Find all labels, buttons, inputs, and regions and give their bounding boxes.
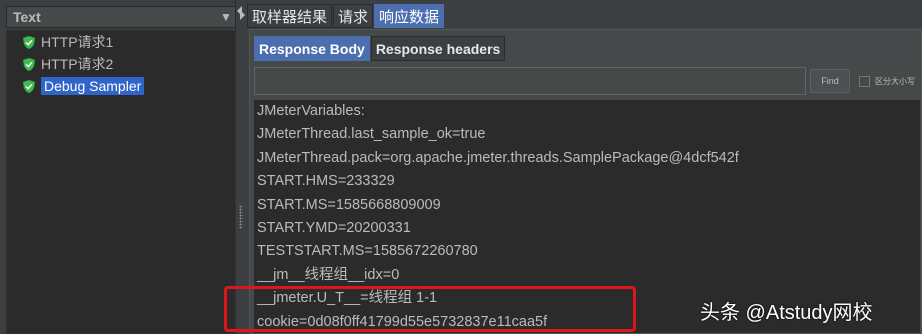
expand-right-icon[interactable]: [240, 10, 245, 20]
result-detail-panel: 取样器结果 请求 响应数据 Response Body Response hea…: [247, 0, 922, 334]
tab-response-headers[interactable]: Response headers: [370, 36, 506, 61]
response-line: JMeterThread.pack=org.apache.jmeter.thre…: [257, 149, 739, 166]
response-line: JMeterVariables:: [257, 103, 365, 119]
response-line: __jm__线程组__idx=0: [257, 266, 400, 283]
tree-item-http-request-1[interactable]: HTTP请求1: [7, 31, 235, 53]
tab-response-data[interactable]: 响应数据: [374, 4, 445, 28]
tree-item-label: Debug Sampler: [41, 77, 145, 95]
tab-request[interactable]: 请求: [333, 4, 374, 28]
tab-sampler-result[interactable]: 取样器结果: [247, 4, 333, 28]
renderer-select-label: Text: [13, 9, 41, 25]
case-sensitive-label: 区分大小写: [875, 76, 915, 86]
shield-check-icon: [23, 35, 35, 49]
tree-item-label: HTTP请求1: [41, 34, 114, 50]
response-line: START.YMD=20200331: [257, 219, 411, 236]
response-line: START.MS=1585668809009: [257, 196, 441, 213]
find-bar: Find 区分大小写: [254, 67, 921, 95]
tree-item-label: HTTP请求2: [41, 56, 114, 72]
chevron-down-icon[interactable]: ▼: [217, 10, 235, 24]
split-pane-divider[interactable]: [236, 0, 246, 334]
response-line: START.HMS=233329: [257, 173, 395, 190]
tree-item-http-request-2[interactable]: HTTP请求2: [7, 53, 235, 75]
drag-grip-icon[interactable]: [239, 205, 243, 229]
find-button[interactable]: Find: [810, 69, 850, 93]
watermark: 头条 @Atstudy网校: [700, 302, 873, 324]
result-tabs: 取样器结果 请求 响应数据: [247, 4, 445, 28]
shield-check-icon: [23, 79, 35, 93]
case-sensitive-checkbox[interactable]: [859, 75, 870, 87]
response-line: TESTSTART.MS=1585672260780: [257, 243, 478, 260]
response-data-content: Response Body Response headers Find 区分大小…: [249, 29, 922, 334]
renderer-select[interactable]: Text ▼: [6, 6, 236, 28]
results-tree-panel: Text ▼ HTTP请求1 HTTP请求2 Debug Sampler: [0, 0, 236, 334]
tab-response-body[interactable]: Response Body: [254, 36, 370, 61]
shield-check-icon: [23, 57, 35, 71]
search-input[interactable]: [254, 67, 806, 95]
response-line: JMeterThread.last_sample_ok=true: [257, 126, 486, 143]
tree-item-debug-sampler[interactable]: Debug Sampler: [7, 75, 235, 97]
results-tree: HTTP请求1 HTTP请求2 Debug Sampler: [6, 30, 236, 334]
response-subtabs: Response Body Response headers: [254, 36, 506, 61]
